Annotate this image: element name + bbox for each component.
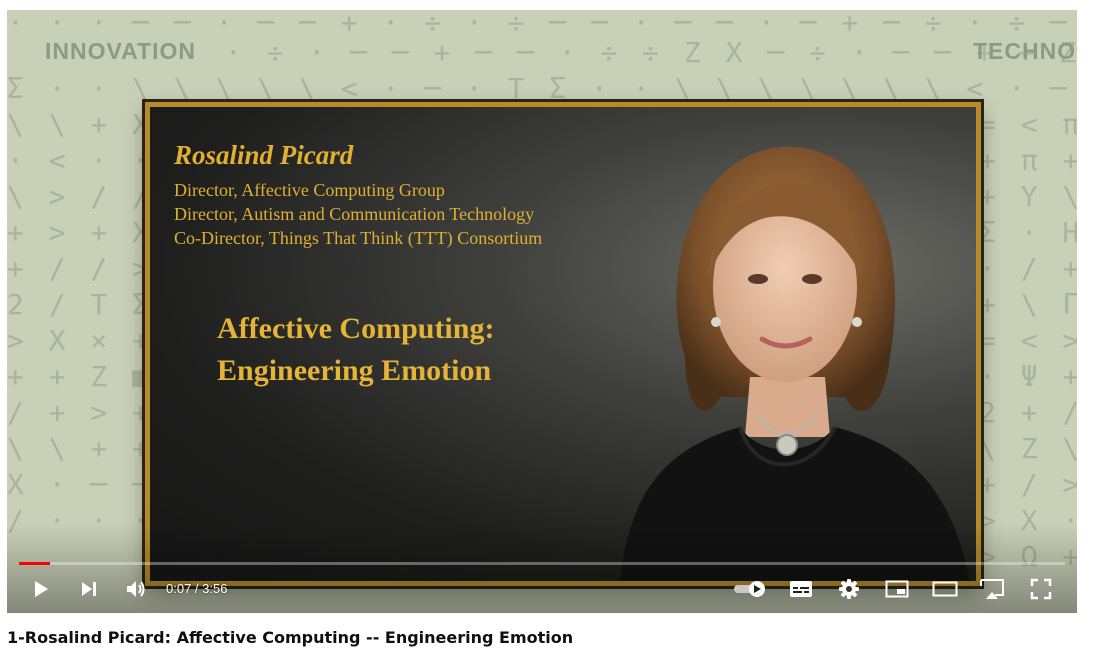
controls-overlay bbox=[7, 523, 1077, 613]
theater-icon bbox=[932, 581, 958, 597]
title-slide: Rosalind Picard Director, Affective Comp… bbox=[145, 102, 981, 586]
theater-mode-button[interactable] bbox=[930, 575, 960, 603]
progress-bar[interactable] bbox=[19, 562, 1065, 565]
autoplay-toggle-icon bbox=[734, 581, 765, 597]
background-word-innovation: INNOVATION bbox=[45, 38, 196, 64]
fullscreen-icon bbox=[1030, 578, 1052, 600]
autoplay-toggle[interactable] bbox=[731, 575, 771, 603]
play-icon bbox=[35, 581, 48, 597]
video-title: 1-Rosalind Picard: Affective Computing -… bbox=[7, 628, 574, 647]
speaker-name: Rosalind Picard bbox=[174, 140, 354, 170]
video-player[interactable]: · · · ─ ─ · ─ ─ + · ÷ · ÷ ─ ─ · ─ ─ · ─ … bbox=[7, 10, 1077, 613]
miniplayer-icon bbox=[885, 580, 909, 598]
time-display: 0:07 / 3:56 bbox=[166, 581, 228, 596]
speaker-role: Director, Affective Computing Group bbox=[174, 180, 445, 200]
subtitles-button[interactable] bbox=[786, 575, 816, 603]
settings-button[interactable] bbox=[834, 575, 864, 603]
subtitles-icon bbox=[790, 581, 812, 597]
volume-icon bbox=[127, 581, 145, 597]
miniplayer-button[interactable] bbox=[882, 575, 912, 603]
cast-icon bbox=[980, 579, 1004, 599]
cast-button[interactable] bbox=[977, 575, 1007, 603]
speaker-role: Co-Director, Things That Think (TTT) Con… bbox=[174, 228, 543, 248]
next-button[interactable] bbox=[75, 575, 103, 603]
background-word-techno: TECHNO bbox=[973, 38, 1077, 64]
progress-played bbox=[19, 562, 51, 565]
settings-icon bbox=[839, 579, 859, 599]
speaker-portrait bbox=[620, 146, 970, 581]
talk-title-line: Engineering Emotion bbox=[217, 354, 492, 387]
speaker-role: Director, Autism and Communication Techn… bbox=[174, 204, 535, 224]
talk-title-line: Affective Computing: bbox=[217, 312, 495, 345]
play-button[interactable] bbox=[27, 575, 55, 603]
fullscreen-button[interactable] bbox=[1026, 575, 1056, 603]
mute-button[interactable] bbox=[121, 575, 151, 603]
next-icon bbox=[82, 582, 96, 596]
